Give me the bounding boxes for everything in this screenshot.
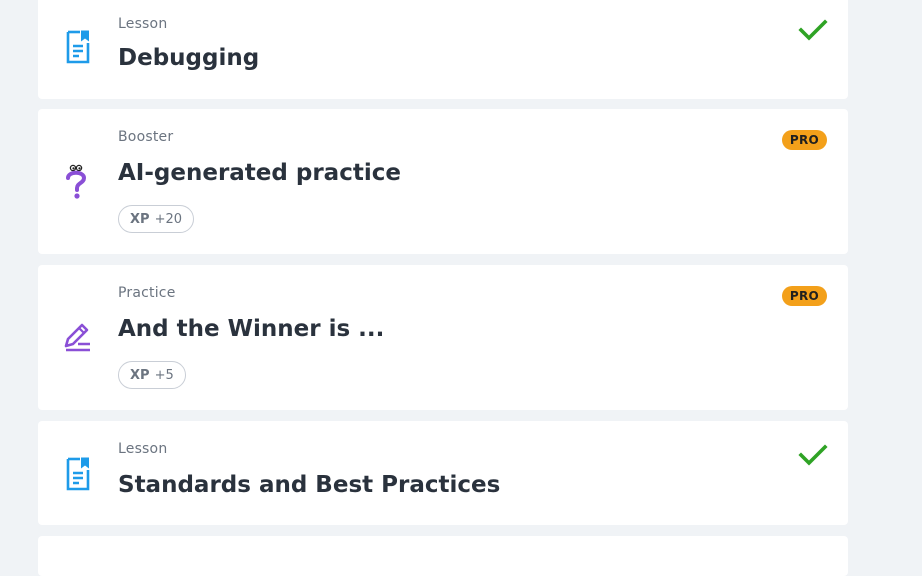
xp-value: +5 <box>154 367 174 383</box>
lesson-card[interactable]: Lesson Standards and Best Practices <box>38 421 848 525</box>
xp-badge: XP +5 <box>118 361 186 389</box>
item-kind: Practice <box>118 285 176 301</box>
completed-check-icon <box>798 443 828 467</box>
lesson-doc-icon <box>62 456 94 492</box>
item-title[interactable]: Standards and Best Practices <box>118 472 500 498</box>
lesson-card[interactable]: Lesson Debugging <box>38 0 848 99</box>
item-kind: Lesson <box>118 441 168 457</box>
practice-card[interactable]: Practice And the Winner is ... XP +5 PRO <box>38 265 848 410</box>
item-title[interactable]: And the Winner is ... <box>118 316 384 342</box>
xp-label: XP <box>130 367 150 383</box>
xp-label: XP <box>130 211 150 227</box>
question-mark-icon <box>62 164 94 200</box>
next-card[interactable] <box>38 536 848 576</box>
xp-value: +20 <box>154 211 182 227</box>
item-title[interactable]: Debugging <box>118 45 259 71</box>
item-kind: Lesson <box>118 16 168 32</box>
item-title[interactable]: AI-generated practice <box>118 160 401 186</box>
completed-check-icon <box>798 18 828 42</box>
pencil-icon <box>62 318 94 354</box>
booster-card[interactable]: Booster AI-generated practice XP +20 PRO <box>38 109 848 254</box>
pro-badge: PRO <box>781 286 827 306</box>
xp-badge: XP +20 <box>118 205 194 233</box>
item-kind: Booster <box>118 129 174 145</box>
lesson-doc-icon <box>62 29 94 65</box>
pro-badge: PRO <box>781 130 827 150</box>
